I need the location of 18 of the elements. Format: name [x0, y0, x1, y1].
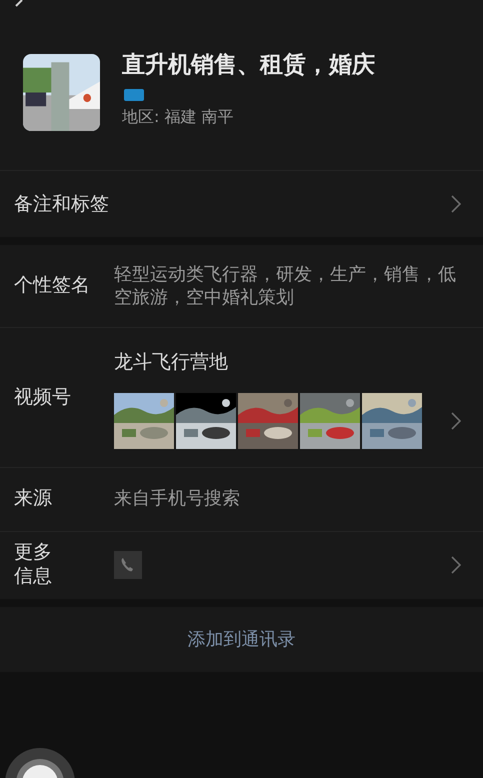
chevron-icon [451, 195, 461, 213]
contact-name: 直升机销售、租赁，婚庆 [122, 51, 375, 80]
chevron-icon [451, 412, 461, 430]
more-info-row[interactable]: 更多信息 [0, 530, 483, 598]
remark-row[interactable]: 备注和标签 [0, 170, 483, 237]
add-to-contacts-button[interactable]: 添加到通讯录 [0, 606, 483, 672]
phone-icon [114, 551, 142, 579]
row-label: 个性签名 [14, 274, 91, 298]
row-label: 视频号 [14, 386, 72, 410]
row-value: 轻型运动类飞行器，研发，生产，销售，低空旅游，空中婚礼策划 [114, 262, 457, 310]
badge-icon [124, 88, 144, 100]
row-label: 更多信息 [14, 541, 53, 589]
row-label: 备注和标签 [14, 192, 109, 217]
row-label: 来源 [14, 487, 53, 511]
chevron-icon [451, 556, 461, 574]
row-value: 来自手机号搜索 [114, 487, 241, 511]
channel-name[interactable]: 龙斗飞行营地 [114, 348, 461, 376]
region-text: 地区: 福建 南平 [122, 106, 235, 128]
